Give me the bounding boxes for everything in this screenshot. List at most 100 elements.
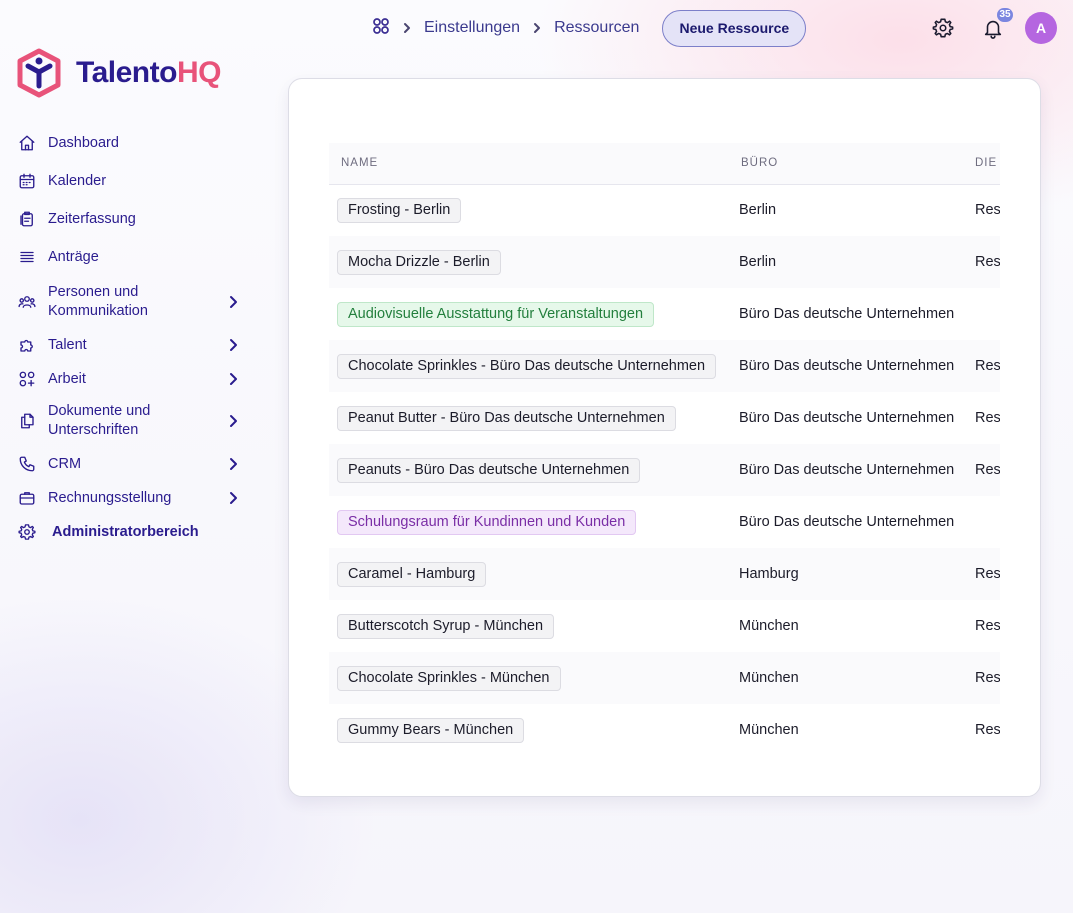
sidebar-item-label: Personen und Kommunikation bbox=[48, 284, 148, 319]
breadcrumb-einstellungen[interactable]: Einstellungen bbox=[424, 19, 520, 37]
resource-name-tag[interactable]: Gummy Bears - München bbox=[337, 717, 525, 743]
table-row[interactable]: Schulungsraum für Kundinnen und Kunden Bü… bbox=[329, 496, 1000, 548]
chevron-right-icon bbox=[401, 22, 413, 34]
sidebar-item-antraege[interactable]: Anträge bbox=[16, 246, 99, 268]
cell-office: Büro Das deutsche Unternehmen bbox=[729, 340, 965, 392]
resources-table-scroll[interactable]: NAME BÜRO DIE Frosting - Berlin Berlin Res… bbox=[329, 143, 1000, 757]
sidebar-item-rechnungsstellung[interactable]: Rechnungsstellung bbox=[16, 487, 248, 509]
chevron-right-icon bbox=[226, 491, 240, 505]
resource-name-tag[interactable]: Mocha Drizzle - Berlin bbox=[337, 249, 501, 275]
cell-office: Büro Das deutsche Unternehmen bbox=[739, 410, 955, 426]
calendar-icon bbox=[16, 170, 38, 192]
cube-logo-icon bbox=[17, 48, 61, 98]
cell-third: Ress bbox=[975, 410, 1000, 426]
table-row[interactable]: Mocha Drizzle - Berlin BerlinRess bbox=[329, 236, 1000, 288]
notification-count-badge: 35 bbox=[997, 8, 1013, 22]
sidebar-item-label: Rechnungsstellung bbox=[48, 489, 172, 506]
documents-icon bbox=[16, 410, 38, 432]
sidebar-item-label: CRM bbox=[48, 455, 82, 472]
puzzle-icon bbox=[16, 334, 38, 356]
column-header-third[interactable]: DIE bbox=[965, 143, 1000, 185]
resource-name-tag[interactable]: Peanut Butter - Büro Das deutsche Untern… bbox=[337, 405, 676, 431]
breadcrumb-ressourcen[interactable]: Ressourcen bbox=[554, 19, 639, 37]
avatar[interactable]: A bbox=[1025, 12, 1057, 44]
cell-office: München bbox=[739, 722, 799, 738]
cell-third: Ress bbox=[965, 236, 1000, 288]
sidebar-item-label: Dashboard bbox=[48, 134, 119, 151]
cell-name: Peanut Butter - Büro Das deutsche Untern… bbox=[329, 392, 729, 444]
resource-name-tag[interactable]: Chocolate Sprinkles - Büro Das deutsche … bbox=[337, 353, 717, 379]
cell-name: Caramel - Hamburg bbox=[329, 548, 729, 600]
chevron-right-icon bbox=[531, 22, 543, 34]
table-row[interactable]: Peanut Butter - Büro Das deutsche Untern… bbox=[329, 392, 1000, 444]
cell-name: Audiovisuelle Ausstattung für Veranstalt… bbox=[329, 288, 729, 340]
people-icon bbox=[16, 291, 38, 313]
table-row[interactable]: Caramel - Hamburg HamburgRess bbox=[329, 548, 1000, 600]
cell-office: München bbox=[739, 618, 799, 634]
table-header-row: NAME BÜRO DIE bbox=[329, 143, 1000, 185]
column-header-office[interactable]: BÜRO bbox=[729, 143, 965, 185]
resources-table: NAME BÜRO DIE Frosting - Berlin Berlin Res… bbox=[329, 143, 1000, 756]
apps-grid-icon[interactable] bbox=[372, 17, 390, 40]
cell-name: Chocolate Sprinkles - München bbox=[329, 652, 729, 704]
cell-third: Ress bbox=[975, 618, 1000, 634]
table-row[interactable]: Chocolate Sprinkles - München MünchenRess bbox=[329, 652, 1000, 704]
sidebar-item-crm[interactable]: CRM bbox=[16, 453, 248, 475]
cell-third bbox=[965, 496, 1000, 548]
cell-third: Ress bbox=[965, 444, 1000, 496]
cell-name: Schulungsraum für Kundinnen und Kunden bbox=[329, 496, 729, 548]
cell-third: Ress bbox=[965, 652, 1000, 704]
sidebar-item-talent[interactable]: Talent bbox=[16, 334, 248, 356]
sidebar-item-zeiterfassung[interactable]: Zeiterfassung bbox=[16, 208, 136, 230]
new-resource-button[interactable]: Neue Ressource bbox=[662, 9, 807, 47]
sidebar-item-administratorbereich[interactable]: Administratorbereich bbox=[16, 521, 199, 543]
sidebar-item-label: Kalender bbox=[48, 172, 107, 189]
sidebar-item-label: Dokumente und Unterschriften bbox=[48, 403, 151, 438]
cell-name: Frosting - Berlin bbox=[329, 184, 729, 236]
table-body: Frosting - BerlinBerlinRessMocha Drizzle… bbox=[329, 184, 1000, 756]
clipboard-icon bbox=[16, 208, 38, 230]
chevron-right-icon bbox=[226, 457, 240, 471]
gear-icon bbox=[932, 18, 954, 38]
cell-office: Hamburg bbox=[729, 548, 965, 600]
resource-name-tag[interactable]: Butterscotch Syrup - München bbox=[337, 613, 555, 639]
cell-third: Ress bbox=[975, 722, 1000, 738]
cell-third: Ress bbox=[965, 340, 1000, 392]
list-icon bbox=[16, 246, 38, 268]
chevron-right-icon bbox=[226, 295, 240, 309]
resource-name-tag[interactable]: Peanuts - Büro Das deutsche Unternehmen bbox=[337, 457, 641, 483]
resource-name-tag[interactable]: Audiovisuelle Ausstattung für Veranstalt… bbox=[337, 301, 655, 327]
resource-name-tag[interactable]: Schulungsraum für Kundinnen und Kunden bbox=[337, 509, 637, 535]
column-header-name[interactable]: NAME bbox=[329, 143, 729, 185]
table-row[interactable]: Gummy Bears - München München Ress bbox=[329, 704, 1000, 756]
cell-name: Chocolate Sprinkles - Büro Das deutsche … bbox=[329, 340, 729, 392]
brand-logo[interactable]: TalentoHQ bbox=[16, 48, 221, 98]
cell-office: Büro Das deutsche Unternehmen bbox=[739, 306, 955, 322]
sidebar-item-dokumente[interactable]: Dokumente und Unterschriften bbox=[16, 402, 248, 440]
phone-icon bbox=[16, 453, 38, 475]
settings-button[interactable] bbox=[925, 10, 961, 46]
table-row[interactable]: Peanuts - Büro Das deutsche Unternehmen B… bbox=[329, 444, 1000, 496]
home-icon bbox=[16, 132, 38, 154]
resource-name-tag[interactable]: Caramel - Hamburg bbox=[337, 561, 487, 587]
cell-name: Peanuts - Büro Das deutsche Unternehmen bbox=[329, 444, 729, 496]
sidebar-item-label: Talent bbox=[48, 336, 87, 353]
sidebar-item-label: Zeiterfassung bbox=[48, 210, 136, 227]
table-row[interactable]: Chocolate Sprinkles - Büro Das deutsche … bbox=[329, 340, 1000, 392]
sidebar-item-arbeit[interactable]: Arbeit bbox=[16, 368, 248, 390]
sidebar-item-label: Arbeit bbox=[48, 370, 86, 387]
grid-plus-icon bbox=[16, 368, 38, 390]
notifications-button[interactable]: 35 bbox=[975, 8, 1013, 46]
cell-office: Berlin bbox=[739, 202, 777, 219]
table-row[interactable]: Frosting - Berlin Berlin Ress bbox=[329, 184, 1000, 236]
sidebar-item-dashboard[interactable]: Dashboard bbox=[16, 132, 119, 154]
table-row[interactable]: Audiovisuelle Ausstattung für Veranstalt… bbox=[329, 288, 1000, 340]
resource-name-tag[interactable]: Chocolate Sprinkles - München bbox=[337, 665, 561, 691]
cell-third: Ress bbox=[965, 548, 1000, 600]
resource-name-tag[interactable]: Frosting - Berlin bbox=[337, 197, 462, 223]
cell-name: Gummy Bears - München bbox=[329, 704, 729, 756]
table-row[interactable]: Butterscotch Syrup - München München Ress bbox=[329, 600, 1000, 652]
sidebar-item-kalender[interactable]: Kalender bbox=[16, 170, 106, 192]
sidebar-item-personen[interactable]: Personen und Kommunikation bbox=[16, 283, 248, 321]
cell-office: München bbox=[729, 652, 965, 704]
